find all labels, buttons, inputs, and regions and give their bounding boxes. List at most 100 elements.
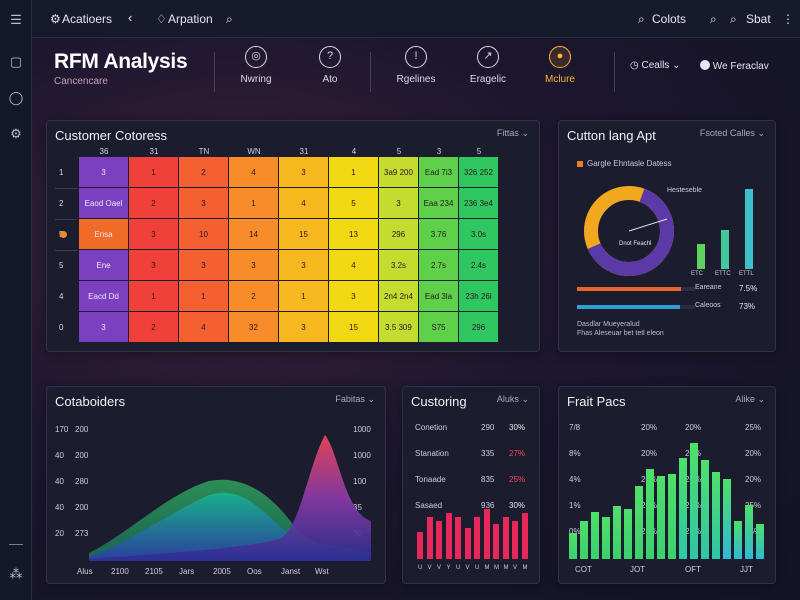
- y-tick-mid: 20%: [641, 423, 658, 432]
- x-tick: 2105: [145, 567, 163, 576]
- search-small-icon[interactable]: ⌕: [710, 12, 717, 27]
- table-cell-name: Tonaade: [415, 475, 446, 484]
- circle-icon: ●: [549, 46, 571, 68]
- x-tick: M: [522, 565, 528, 571]
- more-icon[interactable]: ⋮: [782, 12, 794, 26]
- x-tick: M: [494, 565, 499, 571]
- bar: [569, 533, 577, 559]
- heatmap-cell: 4: [179, 312, 228, 342]
- heatmap-cell: 3.0s: [459, 219, 498, 249]
- x-tick: Wst: [315, 567, 329, 576]
- filter-dropdown[interactable]: Alike ⌄: [735, 394, 765, 405]
- y-tick-left: 8%: [569, 449, 581, 458]
- search-icon-2[interactable]: ⌕: [730, 12, 737, 27]
- search-icon[interactable]: ⌕: [226, 12, 233, 27]
- y-tick-right: 20%: [745, 475, 762, 484]
- nav-ato[interactable]: ? Ato: [298, 46, 362, 85]
- nav-label: Eragelic: [469, 74, 507, 85]
- chevron-down-icon: ⌄: [757, 394, 765, 404]
- panel-title: Cotaboiders: [55, 394, 126, 409]
- nav-eragelic[interactable]: ↗ Eragelic: [456, 46, 520, 85]
- heatmap-cell: 2n4 2n4: [379, 281, 418, 311]
- x-tick: 2005: [213, 567, 231, 576]
- heatmap-cell: 15: [279, 219, 328, 249]
- columns-dropdown[interactable]: Colots: [652, 12, 686, 26]
- filter-dropdown[interactable]: Aluks ⌄: [497, 394, 529, 405]
- y-tick-prefix: 20: [55, 529, 64, 538]
- heatmap-cell: 3: [279, 312, 328, 342]
- table-cell-value: 290: [481, 423, 495, 432]
- y-tick-left: 280: [75, 477, 89, 486]
- gear-icon[interactable]: ⚙: [8, 126, 24, 142]
- chat-icon[interactable]: ◯: [8, 90, 24, 106]
- heatmap-cell: 5: [329, 188, 378, 218]
- nav-nwring[interactable]: ◎ Nwring: [224, 46, 288, 85]
- bar: [591, 512, 599, 559]
- y-tick-left: 1%: [569, 501, 581, 510]
- heatmap-cell: 3: [179, 250, 228, 280]
- nav-mclure[interactable]: ● Mclure: [528, 46, 592, 85]
- bar: [635, 486, 643, 559]
- header-divider: [370, 52, 371, 92]
- mini-bar: [697, 244, 705, 269]
- row-divider: [55, 219, 77, 220]
- column-header: 31: [299, 147, 309, 156]
- heatmap-cell: 4: [329, 250, 378, 280]
- heatmap-cell: 236 3e4: [459, 188, 498, 218]
- app-title: Acatioers: [62, 12, 113, 26]
- heatmap-cell: 3: [179, 188, 228, 218]
- column-header: 4: [351, 147, 357, 156]
- heatmap-cell: 3: [379, 188, 418, 218]
- nav-rgelines[interactable]: ! Rgelines: [384, 46, 448, 85]
- column-header: WN: [247, 147, 261, 156]
- column-header: 5: [476, 147, 482, 156]
- heatmap-cell: 2.7s: [419, 250, 458, 280]
- document-icon[interactable]: ▢: [8, 54, 24, 70]
- bar: [580, 521, 588, 559]
- search-button[interactable]: Sbat: [746, 12, 771, 26]
- filter-dropdown[interactable]: Fabitas ⌄: [335, 394, 375, 405]
- menu-icon[interactable]: ☰: [8, 12, 24, 28]
- x-tick: Jars: [179, 567, 195, 576]
- row-label: 4: [59, 292, 64, 301]
- search-icon-right[interactable]: ⌕: [638, 12, 645, 27]
- bar: [668, 474, 676, 559]
- settings-icon[interactable]: ⚙: [50, 12, 61, 26]
- x-tick: JOT: [630, 565, 646, 574]
- header-divider: [214, 52, 215, 92]
- x-tick: Y: [446, 565, 451, 571]
- table-cell-name: Sasaed: [415, 501, 443, 510]
- heatmap-cell: 23h 26l: [459, 281, 498, 311]
- apps-icon[interactable]: ⁂: [8, 566, 24, 582]
- y-tick-prefix: 40: [55, 477, 64, 486]
- bar: [602, 517, 610, 559]
- donut-center-label: Dnot Feachl: [619, 241, 652, 247]
- progress-value: 7.5%: [739, 284, 758, 293]
- filter-label: Alike: [735, 394, 755, 404]
- x-tick: OFT: [685, 565, 701, 574]
- heatmap-cell: 1: [129, 157, 178, 187]
- rail-divider: [9, 544, 23, 545]
- heatmap-cell: 3: [279, 157, 328, 187]
- chevron-down-icon: ⌄: [521, 394, 529, 404]
- area-chart-panel: Cotaboiders Fabitas ⌄ 170 200 1000 40 200 100…: [46, 386, 386, 584]
- x-tick: V: [437, 565, 442, 571]
- bar-chart-panel: Frait Pacs Alike ⌄ 7/8 20% 20% 25% 8% 20% 20% 2…: [558, 386, 776, 584]
- heatmap-cell: Eacd Dd: [79, 281, 128, 311]
- chevron-left-icon[interactable]: ‹: [128, 10, 132, 25]
- question-icon: ?: [319, 46, 341, 68]
- chevron-down-icon: ⌄: [757, 128, 765, 138]
- bar: [745, 505, 753, 559]
- filter-dropdown[interactable]: Fittas ⌄: [497, 128, 529, 139]
- top-bar: ⚙ Acatioers ‹ ♢ Arpation ⌕ ⌕ Colots ⌕ ⌕ …: [32, 0, 800, 38]
- dash-dropdown[interactable]: ◷ Cealls ⌄: [630, 60, 680, 71]
- table-cell-name: Conetion: [415, 423, 448, 432]
- heatmap-cell: 296: [459, 312, 498, 342]
- user-menu[interactable]: We Feraclav: [700, 60, 769, 72]
- clock-icon: ◷: [630, 60, 639, 71]
- breadcrumb[interactable]: Arpation: [168, 12, 213, 26]
- heatmap-cell: 3.2s: [379, 250, 418, 280]
- filter-dropdown[interactable]: Fsoted Calles ⌄: [700, 128, 765, 139]
- filter-label: Fabitas: [335, 394, 365, 404]
- bar: [679, 458, 687, 559]
